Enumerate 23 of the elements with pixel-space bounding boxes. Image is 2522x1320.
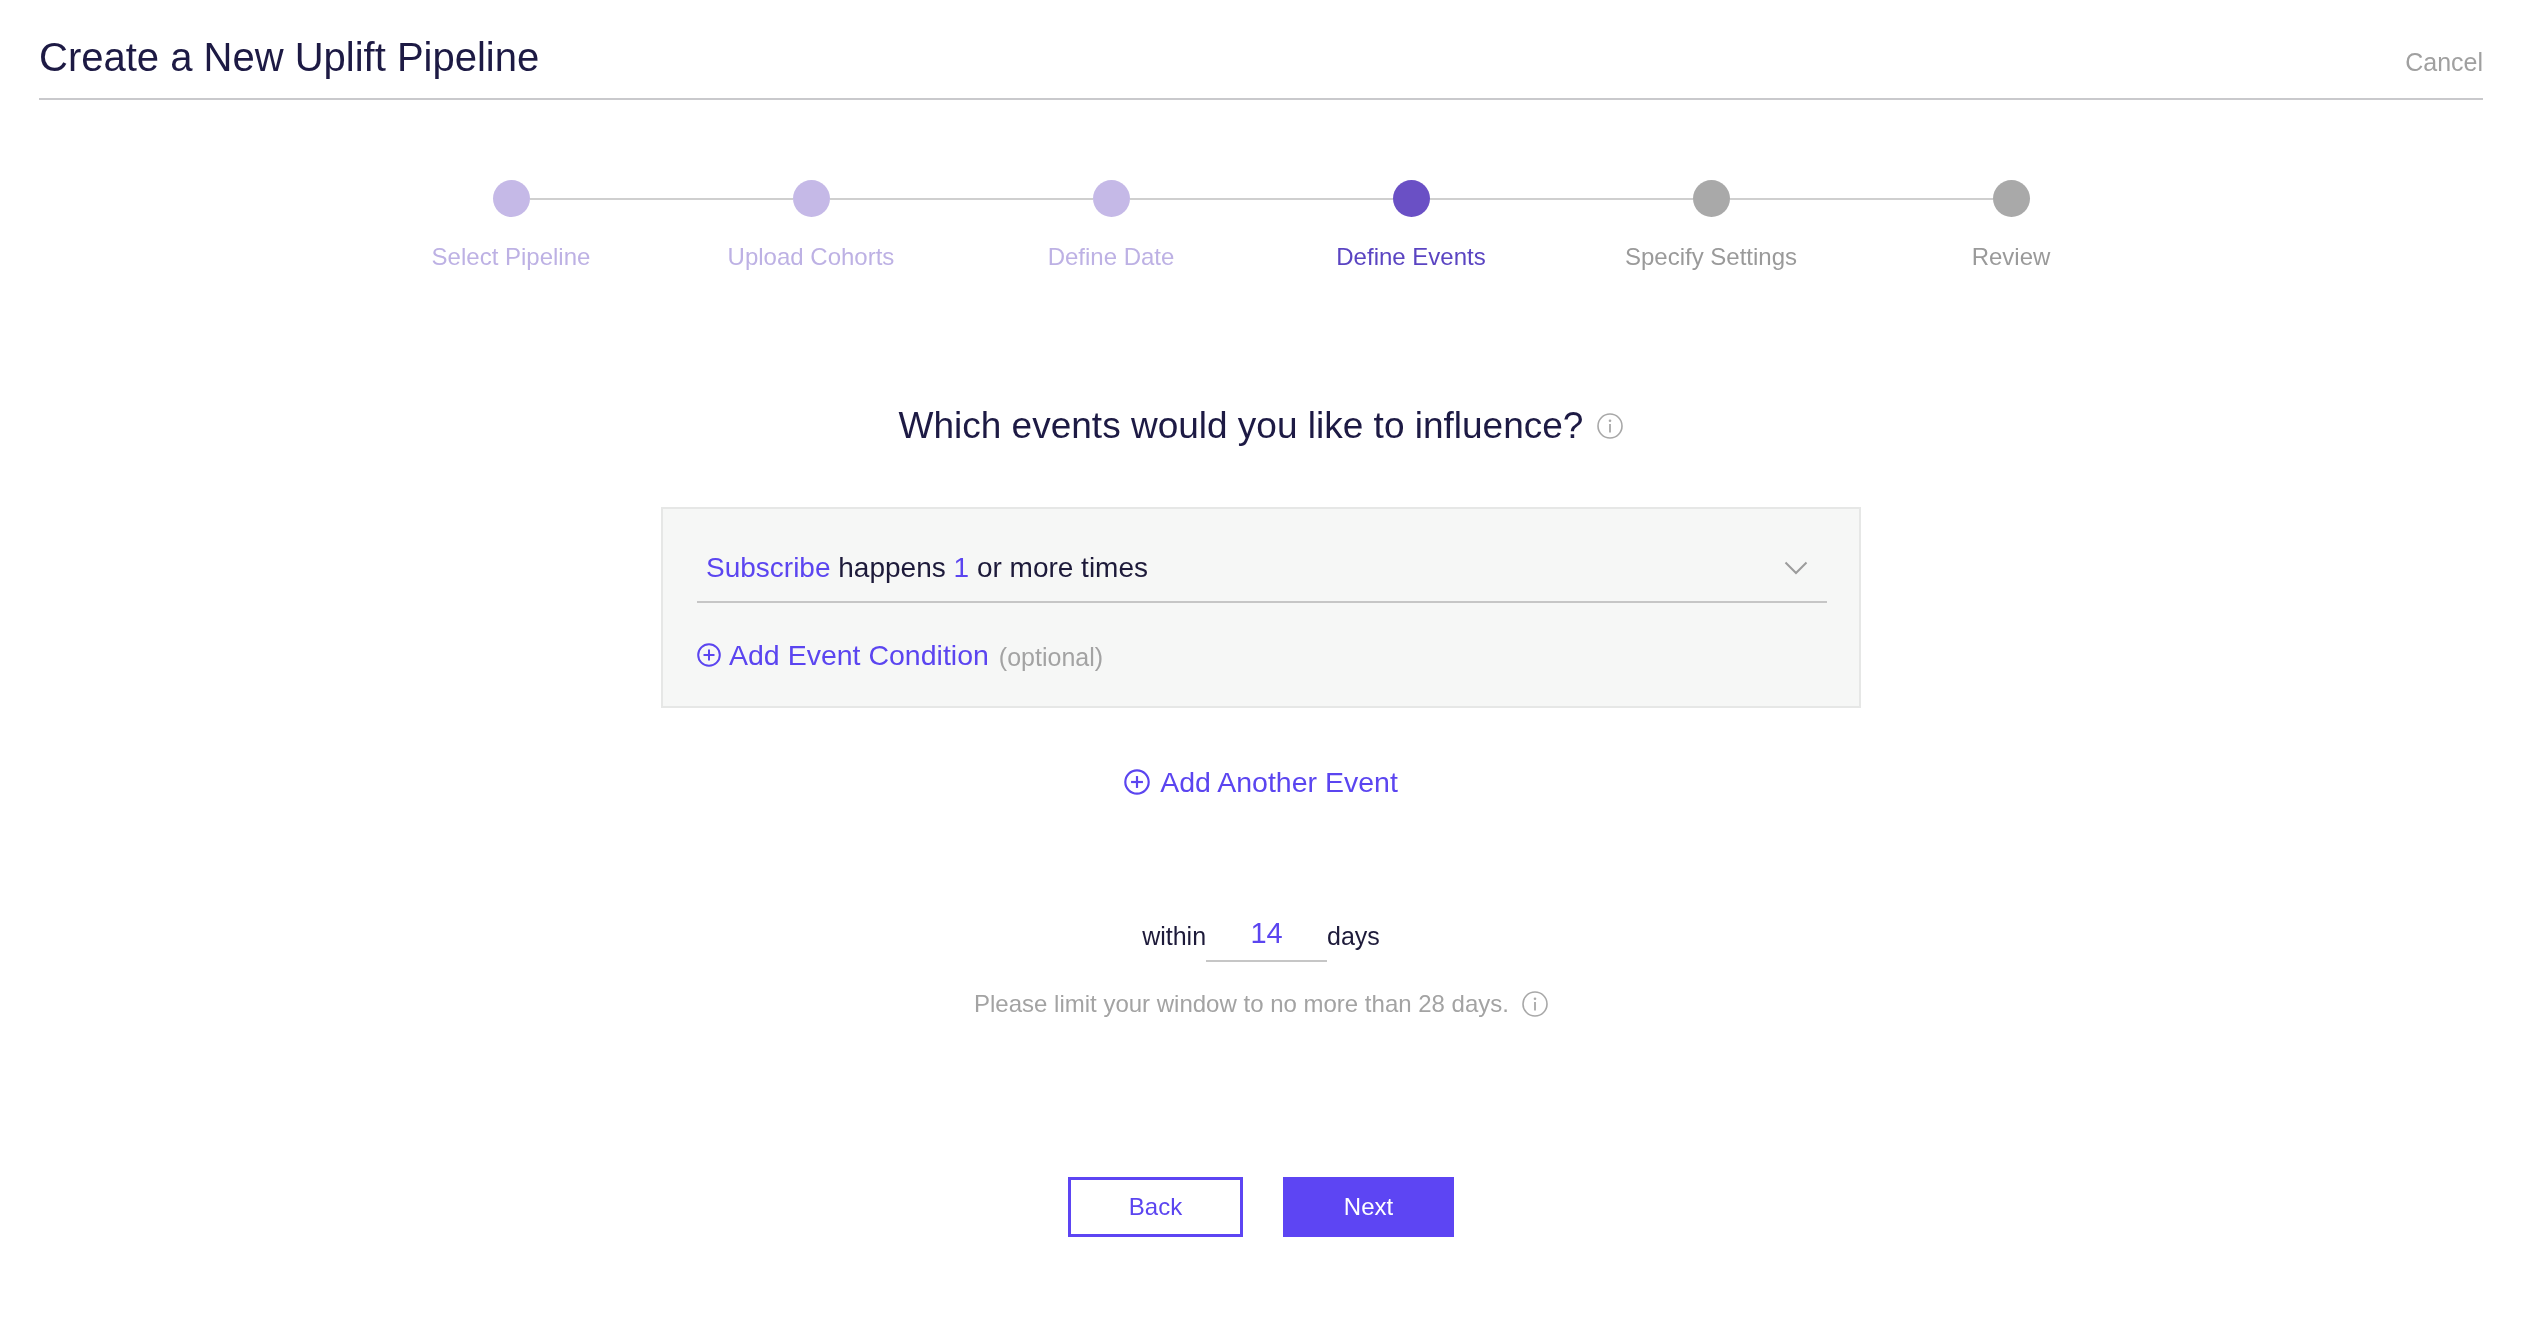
next-button[interactable]: Next [1283,1177,1454,1237]
page-title: Create a New Uplift Pipeline [39,34,540,81]
step-label: Upload Cohorts [727,242,895,272]
info-icon[interactable] [1597,413,1624,439]
event-dropdown[interactable]: Subscribe happens 1 or more times [697,543,1827,603]
add-event-link[interactable]: Add Another Event [1124,764,1398,800]
days-label: days [1327,921,1380,951]
step-label: Define Events [1336,242,1486,272]
step-label: Specify Settings [1624,242,1798,272]
add-condition-link[interactable]: Add Event Condition [697,637,989,673]
plus-circle-icon [1124,769,1151,795]
days-input[interactable]: 14 [1206,910,1328,962]
step-label: Review [1971,242,2051,272]
step-label: Select Pipeline [431,242,591,272]
question-heading: Which events would you like to influence? [898,404,1584,448]
chevron-down-icon [1784,561,1808,575]
info-icon[interactable] [1521,991,1548,1017]
within-label: within [1142,921,1207,951]
optional-note: (optional) [998,641,1104,672]
step-label: Define Date [1047,242,1175,272]
back-button[interactable]: Back [1068,1177,1243,1237]
limit-hint: Please limit your window to no more than 28 days. [974,989,1509,1019]
plus-circle-icon [697,643,721,667]
